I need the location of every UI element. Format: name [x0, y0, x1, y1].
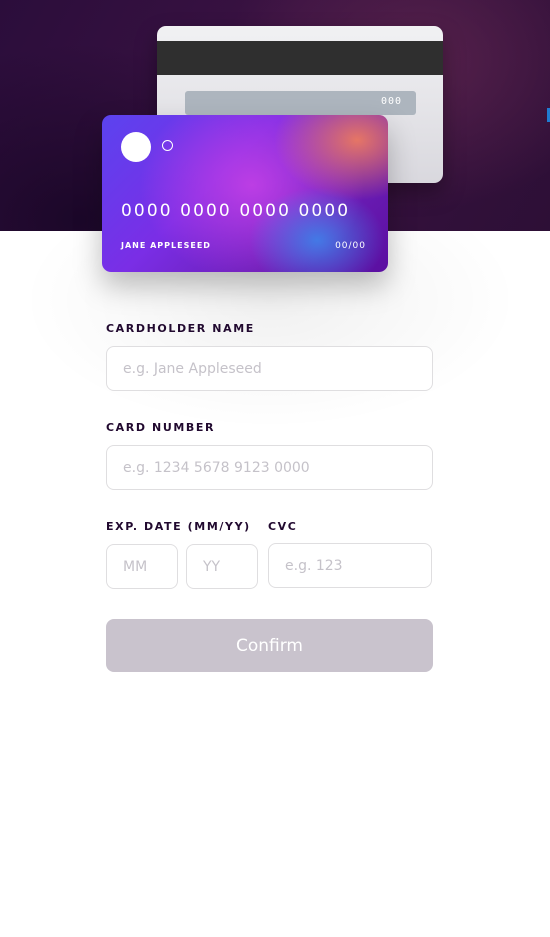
cvc-label: CVC [268, 520, 298, 533]
card-front-number: 0000 0000 0000 0000 [121, 201, 351, 221]
card-number-input[interactable] [106, 445, 433, 490]
cardholder-name-label: CARDHOLDER NAME [106, 322, 255, 335]
card-front-name: JANE APPLESEED [121, 241, 211, 250]
card-logo-circle-outline [162, 140, 173, 151]
card-front-expiry: 00/00 [335, 241, 366, 251]
signature-strip: 000 [185, 91, 416, 115]
exp-date-label: EXP. DATE (MM/YY) [106, 520, 251, 533]
cvc-input[interactable] [268, 543, 432, 588]
exp-year-input[interactable] [186, 544, 258, 589]
cardholder-name-input[interactable] [106, 346, 433, 391]
confirm-button[interactable]: Confirm [106, 619, 433, 672]
card-logo-circle-filled [121, 132, 151, 162]
card-details-page: 000 0000 0000 0000 0000 JANE APPLESEED 0… [0, 0, 550, 937]
card-back-cvc: 000 [380, 96, 402, 107]
exp-month-input[interactable] [106, 544, 178, 589]
magnetic-stripe [157, 41, 443, 75]
card-front: 0000 0000 0000 0000 JANE APPLESEED 00/00 [102, 115, 388, 272]
card-number-label: CARD NUMBER [106, 421, 216, 434]
